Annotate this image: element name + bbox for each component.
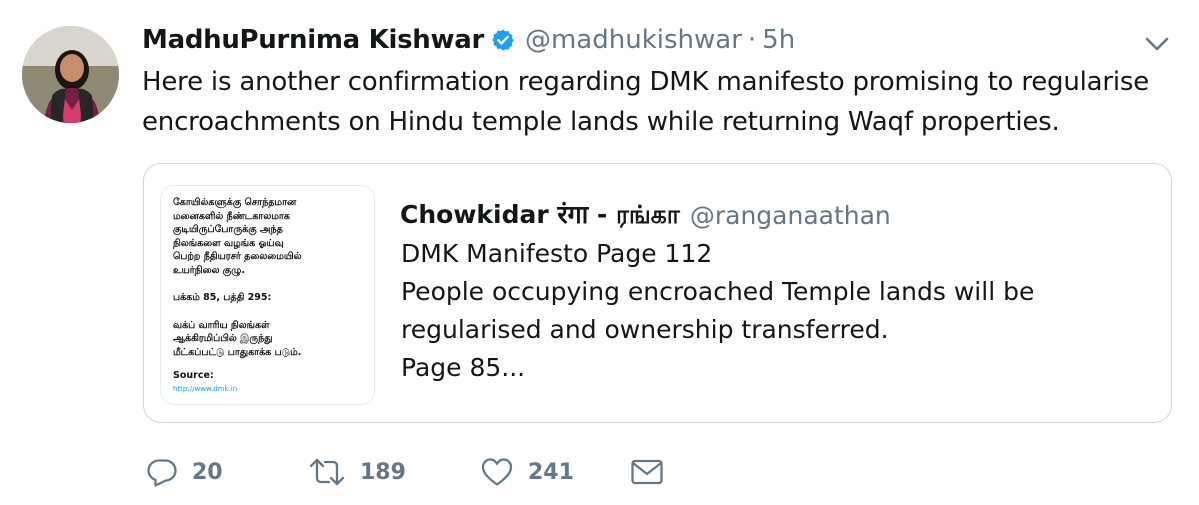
media-document-text: கோயில்களுக்கு சொந்தமான மனைகளில் நீண்டகால…: [173, 196, 369, 396]
quoted-text-line: People occupying encroached Temple lands…: [401, 277, 1035, 306]
media-line: ஆக்கிரமிப்பில் இருந்து: [173, 333, 273, 344]
media-source-link: http://www.dmk.in: [173, 384, 238, 393]
tweet-actions: 20 189 241: [146, 452, 664, 492]
quoted-author-display-name: Chowkidar रंगा - ரங்கா: [400, 200, 680, 229]
heart-icon: [481, 458, 513, 486]
verified-badge-icon: [491, 28, 515, 52]
quoted-tweet-media[interactable]: கோயில்களுக்கு சொந்தமான மனைகளில் நீண்டகால…: [160, 185, 375, 405]
media-line: குடியிருப்போருக்கு அந்த: [173, 224, 283, 235]
retweet-icon: [309, 458, 345, 486]
quoted-tweet-card[interactable]: கோயில்களுக்கு சொந்தமான மனைகளில் நீண்டகால…: [143, 163, 1172, 423]
quoted-author-handle: @ranganaathan: [689, 200, 891, 230]
media-page-ref: பக்கம் 85, பத்தி 295:: [173, 292, 272, 303]
media-source-label: Source:: [173, 370, 214, 381]
quoted-tweet-header: Chowkidar रंगा - ரங்கா @ranganaathan: [400, 197, 891, 233]
retweet-count: 189: [360, 459, 406, 485]
media-line: வக்ப் வாரிய நிலங்கள்: [173, 319, 270, 331]
direct-message-button[interactable]: [630, 457, 664, 487]
quoted-text-line: DMK Manifesto Page 112: [401, 239, 713, 268]
time-separator: ·: [747, 25, 757, 55]
quoted-text-line: regularised and ownership transferred.: [401, 315, 889, 344]
reply-button[interactable]: 20: [146, 456, 256, 488]
chevron-down-icon[interactable]: [1143, 32, 1171, 56]
reply-icon: [147, 459, 177, 487]
author-handle[interactable]: @madhukishwar: [525, 25, 742, 55]
author-display-name[interactable]: MadhuPurnima Kishwar: [142, 25, 484, 55]
quoted-text-line: Page 85...: [401, 353, 526, 382]
tweet[interactable]: MadhuPurnima Kishwar @madhukishwar · 5h …: [0, 0, 1199, 505]
reply-count: 20: [192, 459, 223, 485]
avatar[interactable]: [22, 26, 119, 123]
retweet-button[interactable]: 189: [308, 456, 468, 488]
tweet-text-line: Here is another confirmation regarding D…: [142, 67, 1150, 97]
envelope-icon: [631, 459, 663, 485]
media-line: பெற்ற நீதியரசர் தலைமையில்: [173, 251, 302, 262]
media-line: உயர்நிலை குழு.: [173, 264, 245, 276]
avatar-image: [22, 26, 119, 123]
quoted-tweet-text: DMK Manifesto Page 112 People occupying …: [401, 235, 1161, 387]
media-line: மீட்கப்பட்டு பாதுகாக்க படும்.: [173, 346, 302, 358]
media-line: கோயில்களுக்கு சொந்தமான: [173, 197, 297, 208]
tweet-header: MadhuPurnima Kishwar @madhukishwar · 5h: [142, 22, 795, 58]
media-line: மனைகளில் நீண்டகாலமாக: [173, 210, 290, 222]
tweet-text-line: encroachments on Hindu temple lands whil…: [142, 107, 1060, 137]
tweet-text: Here is another confirmation regarding D…: [142, 62, 1162, 142]
tweet-timestamp[interactable]: 5h: [762, 25, 795, 55]
like-button[interactable]: 241: [480, 456, 620, 488]
media-line: நிலங்களை வழங்க ஓய்வு: [173, 237, 284, 249]
like-count: 241: [528, 459, 574, 485]
